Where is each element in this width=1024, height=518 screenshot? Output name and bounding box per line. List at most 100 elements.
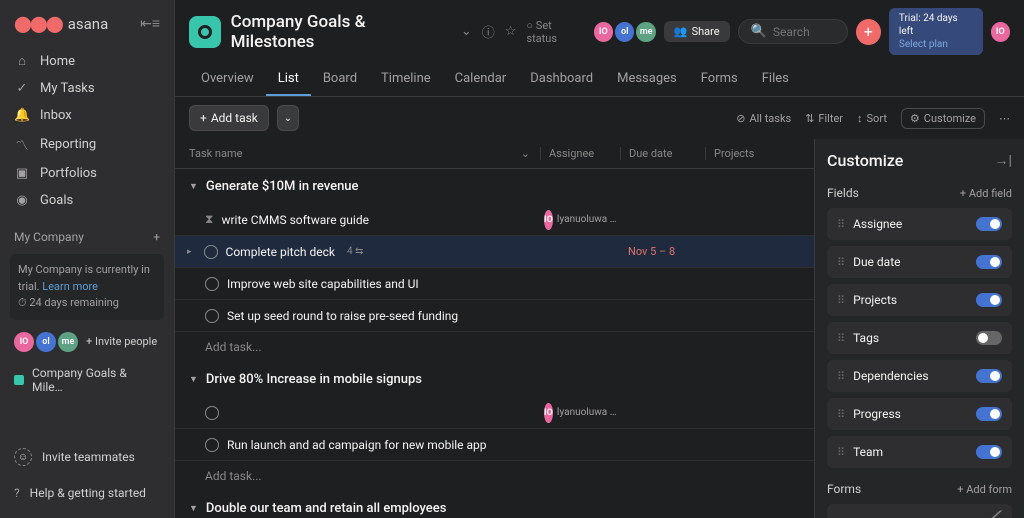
- field-toggle[interactable]: [976, 293, 1002, 307]
- field-toggle[interactable]: [976, 407, 1002, 421]
- member-avatars: IO ol me + Invite people: [0, 324, 174, 360]
- user-avatar[interactable]: IO: [991, 22, 1010, 42]
- avatar[interactable]: ol: [615, 22, 634, 42]
- tab-calendar[interactable]: Calendar: [443, 63, 519, 96]
- task-row[interactable]: ▸Complete pitch deck4 ⇆Nov 5 – 8: [175, 236, 814, 268]
- field-toggle[interactable]: [976, 217, 1002, 231]
- field-tags[interactable]: ⠿Tags: [827, 322, 1012, 354]
- learn-more-link[interactable]: Learn more: [42, 280, 98, 293]
- filter-button[interactable]: ⇅ Filter: [805, 112, 843, 125]
- more-icon[interactable]: ⋯: [999, 112, 1010, 125]
- add-form-button[interactable]: + Add form: [957, 483, 1012, 496]
- field-progress[interactable]: ⠿Progress: [827, 398, 1012, 430]
- sort-button[interactable]: ↕ Sort: [857, 112, 887, 125]
- due-date[interactable]: Nov 5 – 8: [620, 245, 705, 258]
- field-toggle[interactable]: [976, 369, 1002, 383]
- add-task-inline[interactable]: Add task...: [175, 332, 814, 362]
- help-button[interactable]: ? Help & getting started: [0, 476, 174, 510]
- complete-checkbox[interactable]: [205, 277, 219, 291]
- column-headers: Task name⌄ Assignee Due date Projects: [175, 139, 814, 169]
- drag-handle-icon[interactable]: ⠿: [837, 256, 845, 269]
- drag-handle-icon[interactable]: ⠿: [837, 332, 845, 345]
- forms-preview[interactable]: ⟋: [827, 504, 1012, 518]
- add-task-button[interactable]: + Add task: [189, 105, 269, 131]
- nav-portfolios[interactable]: ▣Portfolios: [0, 160, 174, 187]
- avatar[interactable]: IO: [14, 332, 34, 352]
- task-row[interactable]: Improve web site capabilities and UI: [175, 268, 814, 300]
- complete-checkbox[interactable]: [205, 406, 219, 420]
- add-workspace-icon[interactable]: +: [153, 230, 160, 244]
- nav-reporting[interactable]: 〽Reporting: [0, 129, 174, 160]
- customize-button[interactable]: ⚙ Customize: [901, 108, 985, 129]
- field-toggle[interactable]: [976, 445, 1002, 459]
- assignee-avatar[interactable]: IO: [544, 403, 553, 423]
- field-due-date[interactable]: ⠿Due date: [827, 246, 1012, 278]
- task-row[interactable]: ⧗write CMMS software guideIOIyanuoluwa …: [175, 204, 814, 236]
- list-toolbar: + Add task ⌄ ⊘ All tasks ⇅ Filter ↕ Sort…: [175, 97, 1024, 139]
- nav-icon: ◉: [14, 193, 30, 208]
- tab-overview[interactable]: Overview: [189, 63, 266, 96]
- triangle-down-icon: ▼: [189, 181, 198, 192]
- field-team[interactable]: ⠿Team: [827, 436, 1012, 468]
- share-button[interactable]: 👥 Share: [664, 21, 730, 42]
- expand-icon[interactable]: ▸: [187, 247, 192, 257]
- close-panel-icon[interactable]: →|: [995, 152, 1012, 169]
- search-box[interactable]: 🔍: [738, 19, 848, 44]
- tab-list[interactable]: List: [266, 63, 311, 96]
- avatar[interactable]: ol: [36, 332, 56, 352]
- customize-panel: Customize →| Fields + Add field ⠿Assigne…: [814, 139, 1024, 518]
- info-icon[interactable]: ⓘ: [482, 22, 495, 41]
- drag-handle-icon[interactable]: ⠿: [837, 408, 845, 421]
- tab-files[interactable]: Files: [750, 63, 801, 96]
- section-header[interactable]: ▼Double our team and retain all employee…: [175, 491, 814, 518]
- set-status-button[interactable]: ○ Set status: [526, 19, 583, 45]
- collapse-sidebar-icon[interactable]: ⇤≡: [140, 15, 160, 32]
- avatar[interactable]: me: [636, 22, 655, 42]
- logo[interactable]: ⬤⬤⬤ asana ⇤≡: [0, 8, 174, 43]
- complete-checkbox[interactable]: [204, 245, 218, 259]
- complete-checkbox[interactable]: [205, 309, 219, 323]
- task-row[interactable]: Run launch and ad campaign for new mobil…: [175, 429, 814, 461]
- search-input[interactable]: [773, 25, 843, 39]
- nav-home[interactable]: ⌂Home: [0, 47, 174, 75]
- invite-teammates-button[interactable]: ☺ Invite teammates: [0, 438, 174, 476]
- avatar[interactable]: IO: [594, 22, 613, 42]
- project-icon[interactable]: [189, 16, 221, 48]
- tab-board[interactable]: Board: [311, 63, 369, 96]
- workspace-header[interactable]: My Company +: [0, 218, 174, 250]
- assignee-avatar[interactable]: IO: [544, 210, 553, 230]
- field-assignee[interactable]: ⠿Assignee: [827, 208, 1012, 240]
- tab-messages[interactable]: Messages: [605, 63, 689, 96]
- drag-handle-icon[interactable]: ⠿: [837, 294, 845, 307]
- nav-goals[interactable]: ◉Goals: [0, 187, 174, 214]
- chevron-down-icon[interactable]: ⌄: [461, 24, 472, 39]
- all-tasks-filter[interactable]: ⊘ All tasks: [736, 112, 791, 125]
- tab-timeline[interactable]: Timeline: [369, 63, 443, 96]
- star-icon[interactable]: ☆: [505, 24, 517, 39]
- global-add-button[interactable]: +: [856, 19, 881, 45]
- drag-handle-icon[interactable]: ⠿: [837, 370, 845, 383]
- section-header[interactable]: ▼Generate $10M in revenue: [175, 169, 814, 204]
- chevron-down-icon[interactable]: ⌄: [521, 147, 530, 160]
- section-header[interactable]: ▼Drive 80% Increase in mobile signups: [175, 362, 814, 397]
- field-toggle[interactable]: [976, 255, 1002, 269]
- sidebar-project[interactable]: Company Goals & Mile…: [0, 360, 174, 400]
- complete-checkbox[interactable]: [205, 438, 219, 452]
- task-row[interactable]: Set up seed round to raise pre-seed fund…: [175, 300, 814, 332]
- field-projects[interactable]: ⠿Projects: [827, 284, 1012, 316]
- nav-inbox[interactable]: 🔔Inbox: [0, 102, 174, 129]
- add-field-button[interactable]: + Add field: [960, 187, 1012, 200]
- add-task-dropdown[interactable]: ⌄: [277, 105, 299, 131]
- field-toggle[interactable]: [976, 331, 1002, 345]
- trial-plan-button[interactable]: Trial: 24 days left Select plan: [889, 8, 983, 55]
- drag-handle-icon[interactable]: ⠿: [837, 446, 845, 459]
- tab-dashboard[interactable]: Dashboard: [518, 63, 605, 96]
- task-row[interactable]: IOIyanuoluwa …: [175, 397, 814, 429]
- invite-people-link[interactable]: + Invite people: [86, 335, 157, 348]
- avatar[interactable]: me: [58, 332, 78, 352]
- tab-forms[interactable]: Forms: [689, 63, 750, 96]
- field-dependencies[interactable]: ⠿Dependencies: [827, 360, 1012, 392]
- drag-handle-icon[interactable]: ⠿: [837, 218, 845, 231]
- add-task-inline[interactable]: Add task...: [175, 461, 814, 491]
- nav-my-tasks[interactable]: ✓My Tasks: [0, 75, 174, 102]
